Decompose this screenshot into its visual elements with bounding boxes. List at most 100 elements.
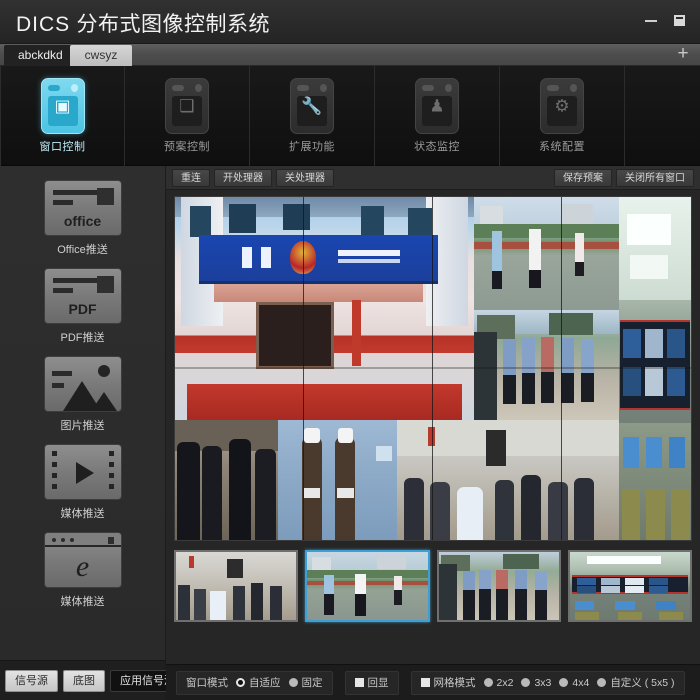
sidebar-item-browser-push[interactable]: e 媒体推送: [0, 532, 165, 609]
tab-cwsyz[interactable]: cwsyz: [70, 45, 132, 66]
icon-camera-dot: [320, 84, 327, 92]
person-blue-shirt: [324, 575, 334, 596]
close-processor-button[interactable]: 关处理器: [276, 168, 334, 187]
guard-cap: [304, 428, 320, 443]
display-tile: [645, 366, 664, 396]
window-pane: [360, 205, 385, 235]
ribbon-toolbar: ▣ 窗口控制 ❑ 预案控制 🔧 扩展功能 ♟ 状态监控 ⚙ 系统配置: [0, 66, 700, 166]
bottom-control-bar: 窗口模式 自适应 固定 回显 网格模式 2x2 3x3 4x4 自定义 (5x…: [166, 664, 700, 700]
title-bar: DICS 分布式图像控制系统: [0, 0, 700, 44]
ribbon-item-preset-control[interactable]: ❑ 预案控制: [125, 66, 250, 166]
sidebar-item-pdf-push[interactable]: PDF PDF推送: [0, 268, 165, 345]
window-control-icon: ▣: [40, 78, 85, 134]
ribbon-item-status-monitor[interactable]: ♟ 状态监控: [375, 66, 500, 166]
office-document-icon: office: [43, 180, 122, 236]
icon-camera-dot: [195, 84, 202, 92]
officer-dark-uniform: [177, 441, 200, 540]
radio-grid-3x3[interactable]: 3x3: [521, 677, 551, 689]
guard-belt: [336, 488, 354, 498]
person-legs: [529, 269, 541, 289]
chair: [646, 488, 665, 540]
reconnect-button[interactable]: 重连: [172, 168, 210, 187]
wall-window-honor-guard-ceremony[interactable]: [278, 419, 397, 540]
officer-uniform: [479, 570, 492, 591]
radio-grid-custom[interactable]: 自定义 ( 5x5 ): [597, 675, 675, 690]
guard-left: [301, 428, 323, 540]
close-all-windows-button[interactable]: 关闭所有窗口: [616, 168, 694, 187]
icon-camera-dot: [445, 84, 452, 92]
window-pane: [228, 203, 256, 233]
video-wall-canvas[interactable]: [174, 196, 692, 541]
sidebar-item-label: Office推送: [57, 244, 108, 256]
attendee-white-shirt: [456, 487, 484, 540]
browser-dot: [69, 538, 74, 542]
radio-grid-3x3-icon: [521, 678, 531, 687]
wall-window-outdoor-courtyard-people[interactable]: [474, 197, 619, 311]
maximize-icon: [674, 15, 685, 26]
chair: [670, 488, 690, 540]
icon-glyph: ♟: [429, 96, 445, 116]
radio-grid-4x4[interactable]: 4x4: [559, 677, 589, 689]
sidebar-item-image-push[interactable]: 图片推送: [0, 356, 165, 433]
sidebar-item-label: 媒体推送: [60, 596, 105, 608]
officer-legs: [462, 590, 475, 620]
checkbox-playback-icon: [354, 678, 364, 687]
wall-window-officers-indoor-hall[interactable]: [175, 419, 279, 540]
guard-belt: [303, 488, 321, 498]
icon-speaker-slot: [297, 85, 309, 91]
icon-speaker-slot: [422, 85, 434, 91]
chair: [621, 488, 641, 540]
add-tab-button[interactable]: +: [672, 44, 694, 66]
thumb-officers-group[interactable]: [436, 550, 561, 622]
sign-text-pinyin: [337, 258, 401, 264]
ceiling-light-panel: [586, 556, 662, 565]
wall-window-officers-lineup-walkway[interactable]: [474, 310, 619, 420]
person-white-shirt: [355, 573, 367, 596]
radio-grid-2x2[interactable]: 2x2: [483, 676, 514, 689]
film-hole: [51, 484, 57, 489]
officer-dark-uniform: [201, 446, 223, 540]
save-preset-button[interactable]: 保存预案: [554, 168, 612, 187]
officer-legs: [521, 373, 535, 405]
wall-toolbar: 重连 开处理器 关处理器 保存预案 关闭所有窗口: [166, 166, 700, 190]
signal-source-button[interactable]: 信号源: [5, 669, 58, 692]
ribbon-item-system-config[interactable]: ⚙ 系统配置: [500, 66, 625, 166]
display-tile: [601, 586, 621, 593]
ribbon-item-window-control[interactable]: ▣ 窗口控制: [0, 66, 125, 166]
maximize-button[interactable]: [670, 12, 688, 28]
person-white-shirt: [529, 228, 541, 289]
person-legs: [355, 594, 367, 616]
open-processor-button[interactable]: 开处理器: [214, 168, 272, 187]
minimize-button[interactable]: [642, 12, 660, 28]
officer-uniform: [581, 338, 595, 403]
window-pane: [189, 205, 211, 238]
ribbon-item-label: 系统配置: [539, 141, 585, 153]
police-sign-board: [198, 234, 439, 284]
radio-adaptive[interactable]: 自适应: [236, 675, 281, 690]
sidebar-item-label: PDF推送: [60, 332, 105, 344]
tab-abckdkd[interactable]: abckdkd: [4, 45, 77, 66]
thumb-outdoor-court[interactable]: [305, 550, 430, 622]
flag-banner: [351, 299, 361, 367]
radio-adaptive-icon: [236, 678, 245, 687]
wall-window-police-station-entrance[interactable]: [175, 197, 475, 420]
guard-cap: [337, 428, 353, 443]
media-film-play-icon: [43, 444, 122, 500]
desk-monitor: [574, 600, 594, 611]
thumb-meeting-room[interactable]: [174, 550, 299, 622]
sidebar-item-office-push[interactable]: office Office推送: [0, 180, 165, 257]
wall-window-control-room-video-wall[interactable]: [618, 197, 691, 540]
ribbon-item-extension[interactable]: 🔧 扩展功能: [250, 66, 375, 166]
sign-char: [242, 246, 252, 269]
sidebar-item-media-push[interactable]: 媒体推送: [0, 444, 165, 521]
checkbox-playback[interactable]: 回显: [354, 675, 389, 690]
foliage: [549, 313, 593, 336]
radio-fixed[interactable]: 固定: [288, 675, 323, 690]
base-map-button[interactable]: 底图: [63, 669, 105, 692]
wall-window-meeting-room-audience[interactable]: [396, 419, 619, 540]
thumb-control-room[interactable]: [567, 550, 692, 622]
application-window: DICS 分布式图像控制系统 abckdkd cwsyz + ▣ 窗口控制 ❑ …: [0, 0, 700, 700]
checkbox-grid-mode[interactable]: 网格模式: [420, 675, 476, 690]
playback-label: 回显: [367, 677, 389, 689]
radio-grid-2x2-label: 2x2: [496, 676, 514, 689]
